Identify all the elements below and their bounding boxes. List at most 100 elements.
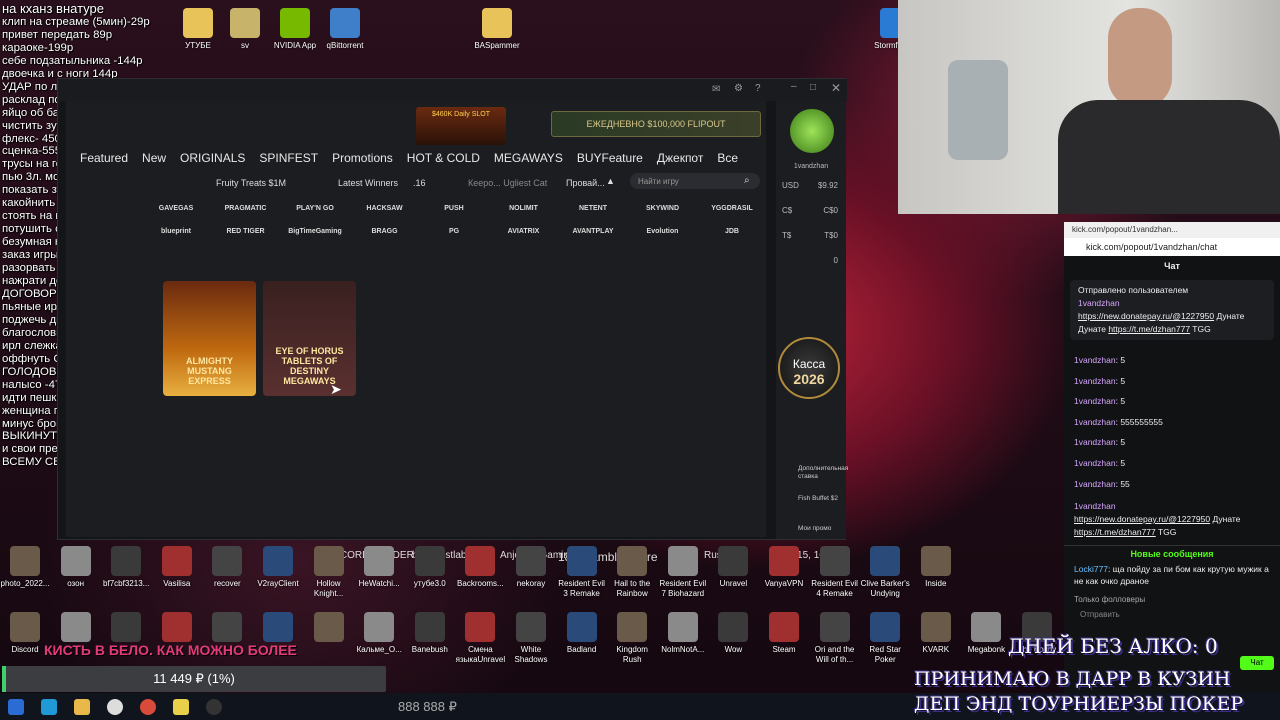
provider-logo[interactable]: AVANTPLAY — [563, 228, 623, 235]
desktop-icon[interactable]: bf7cbf3213... — [101, 546, 151, 589]
last-link[interactable]: https://new.donatepay.ru/@1227950 — [1074, 514, 1210, 524]
side-menu-item[interactable]: Мои промо — [798, 525, 844, 533]
provider-logo[interactable]: NOLIMIT — [494, 205, 554, 212]
desktop-icon[interactable]: Hail to the Rainbow — [607, 546, 657, 599]
nav-tab[interactable]: BUYFeature — [577, 151, 643, 165]
desktop-icon[interactable]: Resident Evil 7 Biohazard — [658, 546, 708, 599]
desktop-icon[interactable]: VanyaVPN — [759, 546, 809, 589]
desktop-icon[interactable]: Wow — [708, 612, 758, 655]
nav-tab[interactable]: Featured — [80, 151, 128, 165]
desktop-icon[interactable]: qBittorrent — [312, 8, 378, 51]
latest-winners[interactable]: Latest Winners — [338, 178, 398, 188]
desktop-icon[interactable] — [101, 612, 151, 645]
side-menu-item[interactable]: Дополнительная ставка — [798, 465, 848, 481]
chat-user[interactable]: 1vandzhan — [1074, 479, 1116, 489]
provider-logo[interactable]: GAVEGAS — [146, 205, 206, 212]
provider-logo[interactable]: PLAY'N GO — [285, 205, 345, 212]
desktop-icon[interactable]: KVARK — [911, 612, 961, 655]
chat-user[interactable]: 1vandzhan — [1074, 355, 1116, 365]
desktop-icon[interactable] — [304, 612, 354, 645]
desktop-icon[interactable]: Кальмe_O... — [354, 612, 404, 655]
folder-icon[interactable] — [173, 698, 189, 715]
desktop-icon[interactable]: утубе3.0 — [405, 546, 455, 589]
side-menu-item[interactable]: Fish Buffet $2 — [798, 495, 844, 503]
desktop-icon[interactable]: Steam — [759, 612, 809, 655]
maximize-icon[interactable]: □ — [810, 82, 816, 93]
app-icon[interactable] — [107, 698, 123, 715]
desktop-icon[interactable]: Unravel — [708, 546, 758, 589]
game-tile[interactable]: EYE OF HORUS TABLETS OF DESTINY MEGAWAYS — [263, 281, 356, 396]
chat-button[interactable]: Чат — [1240, 656, 1274, 670]
balance-row[interactable]: C$ C$0 — [782, 206, 838, 215]
desktop-icon[interactable] — [202, 612, 252, 645]
provider-logo[interactable]: YGGDRASIL — [702, 205, 762, 212]
desktop-icon[interactable]: Banebush — [405, 612, 455, 655]
chat-user[interactable]: 1vandzhan — [1074, 437, 1116, 447]
last-link-2[interactable]: https://t.me/dzhan777 — [1074, 527, 1156, 537]
desktop-icon[interactable]: White Shadows — [506, 612, 556, 665]
nav-tab[interactable]: Все — [717, 151, 738, 165]
provider-dropdown[interactable]: Провай... — [566, 178, 605, 188]
nav-tab[interactable]: SPINFEST — [259, 151, 318, 165]
minimize-icon[interactable]: – — [791, 81, 797, 92]
kassa-button[interactable]: Касса 2026 — [778, 337, 840, 399]
desktop-icon[interactable]: Kingdom Rush — [607, 612, 657, 665]
desktop-icon[interactable] — [152, 612, 202, 645]
pinned-link-2[interactable]: https://t.me/dzhan777 — [1108, 324, 1190, 334]
nav-tab[interactable]: Джекпот — [657, 151, 703, 165]
desktop-icon[interactable]: Red Star Poker — [860, 612, 910, 665]
desktop-icon[interactable]: Badland — [557, 612, 607, 655]
chat-url-bar[interactable]: kick.com/popout/1vandzhan/chat — [1064, 238, 1280, 256]
provider-logo[interactable]: BigTimeGaming — [285, 228, 345, 235]
chat-user[interactable]: 1vandzhan — [1074, 458, 1116, 468]
pinned-link[interactable]: https://new.donatepay.ru/@1227950 — [1078, 311, 1214, 321]
provider-logo[interactable]: RED TIGER — [216, 228, 276, 235]
provider-logo[interactable]: PG — [424, 228, 484, 235]
provider-logo[interactable]: Evolution — [633, 228, 693, 235]
pinned-user[interactable]: 1vandzhan — [1078, 297, 1266, 310]
lok-user[interactable]: Locki777 — [1074, 564, 1108, 574]
avatar[interactable] — [790, 109, 834, 153]
desktop-icon[interactable]: NolmNotA... — [658, 612, 708, 655]
desktop-icon[interactable]: Discord — [0, 612, 50, 655]
chat-send-input[interactable]: Отправить — [1080, 610, 1264, 619]
desktop-icon[interactable]: Смена языкаUnravel — [455, 612, 505, 665]
desktop-icon[interactable]: Vasilisa — [152, 546, 202, 589]
explorer-icon[interactable] — [74, 698, 90, 715]
desktop-icon[interactable]: Resident Evil 3 Remake — [557, 546, 607, 599]
provider-logo[interactable]: PRAGMATIC — [216, 205, 276, 212]
search-icon[interactable]: ⌕ — [744, 175, 750, 186]
provider-logo[interactable]: blueprint — [146, 228, 206, 235]
desktop-icon[interactable]: nekoray — [506, 546, 556, 589]
desktop-icon[interactable]: Inside — [911, 546, 961, 589]
desktop-icon[interactable] — [51, 612, 101, 645]
gear-icon[interactable]: ⚙ — [734, 83, 743, 94]
provider-logo[interactable]: HACKSAW — [355, 205, 415, 212]
desktop-icon[interactable]: HeWatchi... — [354, 546, 404, 589]
desktop-icon[interactable]: Megabonk — [961, 612, 1011, 655]
desktop-icon[interactable]: V2rayClient — [253, 546, 303, 589]
start-icon[interactable] — [8, 698, 24, 715]
chat-user[interactable]: 1vandzhan — [1074, 396, 1116, 406]
provider-logo[interactable]: AVIATRIX — [494, 228, 554, 235]
desktop-icon[interactable]: Backrooms... — [455, 546, 505, 589]
chat-user[interactable]: 1vandzhan — [1074, 417, 1116, 427]
chrome-icon[interactable] — [140, 698, 156, 715]
desktop-icon[interactable] — [253, 612, 303, 645]
provider-logo[interactable]: NETENT — [563, 205, 623, 212]
mail-icon[interactable]: ✉ — [712, 84, 720, 95]
search-input[interactable]: Найти игру — [630, 173, 760, 189]
last-user[interactable]: 1vandzhan — [1074, 500, 1270, 513]
nav-tab[interactable]: ORIGINALS — [180, 151, 245, 165]
desktop-icon[interactable]: Hollow Knight... — [304, 546, 354, 599]
edge-icon[interactable] — [41, 698, 57, 715]
provider-logo[interactable]: PUSH — [424, 205, 484, 212]
close-icon[interactable]: ✕ — [831, 81, 841, 95]
provider-logo[interactable]: JDB — [702, 228, 762, 235]
game-tile[interactable]: ALMIGHTY MUSTANG EXPRESS — [163, 281, 256, 396]
nav-tab[interactable]: New — [142, 151, 166, 165]
provider-logo[interactable]: SKYWIND — [633, 205, 693, 212]
nav-tab[interactable]: HOT & COLD — [407, 151, 480, 165]
chat-user[interactable]: 1vandzhan — [1074, 376, 1116, 386]
desktop-icon[interactable]: recover — [202, 546, 252, 589]
